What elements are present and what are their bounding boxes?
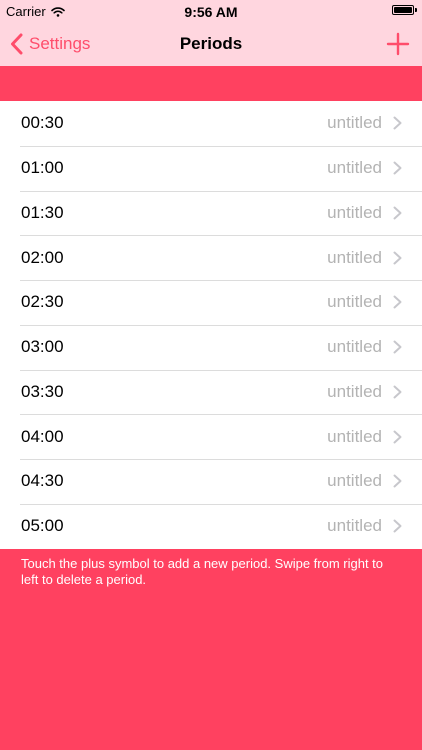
period-label: untitled — [327, 381, 382, 401]
chevron-right-icon — [393, 206, 402, 220]
period-time: 01:30 — [21, 202, 64, 222]
period-time: 02:00 — [21, 247, 64, 267]
list-item-period[interactable]: 02:00 untitled — [0, 235, 422, 280]
chevron-right-icon — [393, 295, 402, 309]
chevron-right-icon — [393, 116, 402, 130]
period-time: 04:30 — [21, 471, 64, 491]
navigation-bar: Settings Periods — [0, 22, 422, 66]
list-item-period[interactable]: 01:30 untitled — [0, 190, 422, 236]
chevron-right-icon — [393, 161, 402, 175]
period-label: untitled — [327, 292, 382, 312]
top-bar: Carrier 9:56 AM Settings Periods — [0, 0, 422, 66]
period-label: untitled — [327, 337, 382, 357]
chevron-right-icon — [393, 430, 402, 444]
period-label: untitled — [327, 158, 382, 178]
period-time: 01:00 — [21, 158, 64, 178]
period-time: 03:00 — [21, 337, 64, 357]
status-time: 9:56 AM — [184, 4, 238, 20]
chevron-right-icon — [393, 474, 402, 488]
chevron-right-icon — [393, 340, 402, 354]
battery-icon — [392, 5, 417, 15]
list-item-period[interactable]: 01:00 untitled — [0, 145, 422, 191]
list-item-period[interactable]: 04:30 untitled — [0, 459, 422, 504]
list-item-period[interactable]: 05:00 untitled — [0, 503, 422, 549]
section-header-band — [0, 66, 422, 101]
period-time: 00:30 — [21, 113, 64, 133]
list-item-period[interactable]: 02:30 untitled — [0, 280, 422, 325]
list-item-period[interactable]: 04:00 untitled — [0, 414, 422, 459]
period-time: 05:00 — [21, 516, 64, 536]
period-label: untitled — [327, 113, 382, 133]
period-label: untitled — [327, 202, 382, 222]
plus-icon[interactable] — [384, 30, 412, 58]
chevron-right-icon — [393, 251, 402, 265]
period-label: untitled — [327, 247, 382, 267]
period-time: 03:30 — [21, 381, 64, 401]
period-time: 02:30 — [21, 292, 64, 312]
chevron-right-icon — [393, 519, 402, 533]
list-item-period[interactable]: 00:30 untitled — [0, 101, 422, 146]
footer-hint: Touch the plus symbol to add a new perio… — [21, 556, 384, 587]
period-time: 04:00 — [21, 426, 64, 446]
chevron-right-icon — [393, 385, 402, 399]
page-title: Periods — [179, 34, 243, 53]
periods-list: 00:30 untitled 01:00 untitled 01:30 unti… — [0, 101, 422, 549]
period-label: untitled — [327, 516, 382, 536]
list-item-period[interactable]: 03:00 untitled — [0, 324, 422, 370]
battery-level — [394, 7, 412, 13]
status-bar: Carrier 9:56 AM — [0, 0, 422, 22]
period-label: untitled — [327, 426, 382, 446]
list-item-period[interactable]: 03:30 untitled — [0, 369, 422, 415]
period-label: untitled — [327, 471, 382, 491]
